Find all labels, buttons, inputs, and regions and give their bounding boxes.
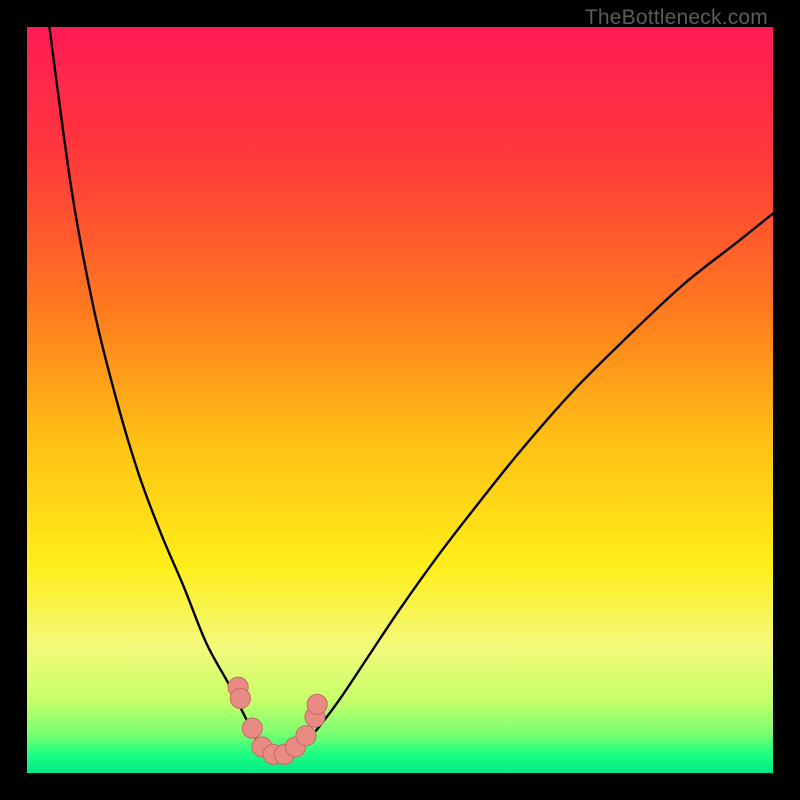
curve-marker — [307, 694, 327, 714]
curve-marker — [230, 688, 250, 708]
bottleneck-curve — [49, 27, 773, 755]
chart-svg — [27, 27, 773, 773]
curve-markers — [228, 677, 327, 764]
curve-marker — [296, 726, 316, 746]
watermark-text: TheBottleneck.com — [585, 6, 768, 30]
plot-area — [27, 27, 773, 773]
curve-marker — [242, 718, 262, 738]
outer-frame: TheBottleneck.com — [0, 0, 800, 800]
